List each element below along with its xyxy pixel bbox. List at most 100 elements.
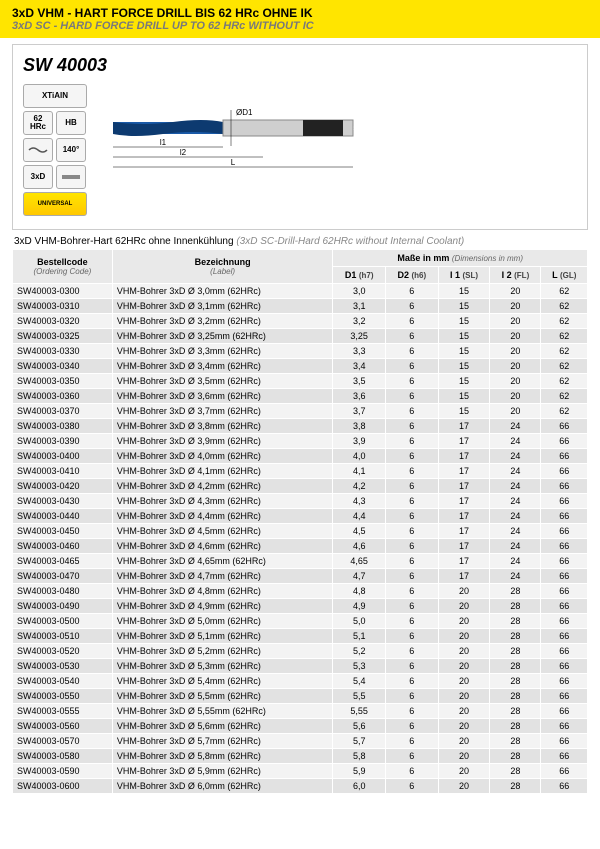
cell-i2: 24 <box>490 509 541 524</box>
cell-i2: 28 <box>490 614 541 629</box>
cell-code: SW40003-0580 <box>13 749 113 764</box>
cell-i1: 20 <box>438 674 490 689</box>
cell-L: 66 <box>541 584 588 599</box>
subtitle-de: 3xD VHM-Bohrer-Hart 62HRc ohne Innenkühl… <box>14 236 234 247</box>
cell-L: 66 <box>541 494 588 509</box>
cell-i2: 28 <box>490 584 541 599</box>
cell-label: VHM-Bohrer 3xD Ø 3,9mm (62HRc) <box>112 434 333 449</box>
table-row: SW40003-0510VHM-Bohrer 3xD Ø 5,1mm (62HR… <box>13 629 588 644</box>
th-code: Bestellcode(Ordering Code) <box>13 250 113 284</box>
cell-d1: 4,6 <box>333 539 386 554</box>
cell-i1: 17 <box>438 554 490 569</box>
cell-label: VHM-Bohrer 3xD Ø 5,5mm (62HRc) <box>112 689 333 704</box>
table-row: SW40003-0465VHM-Bohrer 3xD Ø 4,65mm (62H… <box>13 554 588 569</box>
cell-i1: 17 <box>438 509 490 524</box>
cell-d1: 3,8 <box>333 419 386 434</box>
cell-i1: 20 <box>438 584 490 599</box>
product-subtitle: 3xD VHM-Bohrer-Hart 62HRc ohne Innenkühl… <box>14 236 586 247</box>
title-bar: 3xD VHM - HART FORCE DRILL BIS 62 HRc OH… <box>0 0 600 38</box>
cell-i2: 20 <box>490 404 541 419</box>
cell-label: VHM-Bohrer 3xD Ø 4,7mm (62HRc) <box>112 569 333 584</box>
cell-d2: 6 <box>386 569 439 584</box>
cell-d2: 6 <box>386 749 439 764</box>
table-row: SW40003-0320VHM-Bohrer 3xD Ø 3,2mm (62HR… <box>13 314 588 329</box>
cell-d1: 5,2 <box>333 644 386 659</box>
page-title-en: 3xD SC - HARD FORCE DRILL UP TO 62 HRc W… <box>12 20 588 32</box>
cell-L: 66 <box>541 614 588 629</box>
cell-label: VHM-Bohrer 3xD Ø 5,7mm (62HRc) <box>112 734 333 749</box>
cell-d2: 6 <box>386 329 439 344</box>
cell-d2: 6 <box>386 719 439 734</box>
cell-i1: 17 <box>438 524 490 539</box>
cell-label: VHM-Bohrer 3xD Ø 4,0mm (62HRc) <box>112 449 333 464</box>
cell-d2: 6 <box>386 629 439 644</box>
cell-code: SW40003-0490 <box>13 599 113 614</box>
table-row: SW40003-0390VHM-Bohrer 3xD Ø 3,9mm (62HR… <box>13 434 588 449</box>
cell-label: VHM-Bohrer 3xD Ø 4,2mm (62HRc) <box>112 479 333 494</box>
cell-d1: 5,1 <box>333 629 386 644</box>
cell-code: SW40003-0480 <box>13 584 113 599</box>
cell-d1: 4,2 <box>333 479 386 494</box>
cell-d2: 6 <box>386 359 439 374</box>
table-row: SW40003-0600VHM-Bohrer 3xD Ø 6,0mm (62HR… <box>13 779 588 794</box>
cell-d1: 3,0 <box>333 284 386 299</box>
cell-d2: 6 <box>386 779 439 794</box>
cell-code: SW40003-0300 <box>13 284 113 299</box>
cell-i2: 28 <box>490 749 541 764</box>
cell-i1: 20 <box>438 704 490 719</box>
cell-L: 66 <box>541 569 588 584</box>
cell-d1: 5,9 <box>333 764 386 779</box>
cell-L: 62 <box>541 314 588 329</box>
cell-d1: 3,2 <box>333 314 386 329</box>
cell-d1: 4,0 <box>333 449 386 464</box>
cell-code: SW40003-0440 <box>13 509 113 524</box>
cell-label: VHM-Bohrer 3xD Ø 3,1mm (62HRc) <box>112 299 333 314</box>
cell-L: 62 <box>541 374 588 389</box>
cell-L: 62 <box>541 404 588 419</box>
cell-d2: 6 <box>386 644 439 659</box>
badge-angle: 140° <box>56 138 86 162</box>
cell-d2: 6 <box>386 554 439 569</box>
badge-coating: XTiAlN <box>23 84 87 108</box>
table-row: SW40003-0440VHM-Bohrer 3xD Ø 4,4mm (62HR… <box>13 509 588 524</box>
table-row: SW40003-0560VHM-Bohrer 3xD Ø 5,6mm (62HR… <box>13 719 588 734</box>
cell-label: VHM-Bohrer 3xD Ø 5,6mm (62HRc) <box>112 719 333 734</box>
cell-L: 66 <box>541 719 588 734</box>
cell-code: SW40003-0590 <box>13 764 113 779</box>
badge-flute-icon <box>23 138 53 162</box>
cell-label: VHM-Bohrer 3xD Ø 4,65mm (62HRc) <box>112 554 333 569</box>
cell-i1: 20 <box>438 764 490 779</box>
cell-d2: 6 <box>386 344 439 359</box>
cell-d1: 3,3 <box>333 344 386 359</box>
cell-i2: 28 <box>490 734 541 749</box>
cell-d1: 4,4 <box>333 509 386 524</box>
cell-i2: 28 <box>490 629 541 644</box>
cell-i1: 15 <box>438 314 490 329</box>
th-label: Bezeichnung(Label) <box>112 250 333 284</box>
cell-label: VHM-Bohrer 3xD Ø 3,6mm (62HRc) <box>112 389 333 404</box>
cell-i2: 24 <box>490 479 541 494</box>
cell-i1: 15 <box>438 284 490 299</box>
cell-d2: 6 <box>386 419 439 434</box>
cell-d1: 4,9 <box>333 599 386 614</box>
cell-d2: 6 <box>386 374 439 389</box>
cell-d1: 4,7 <box>333 569 386 584</box>
badge-hb: HB <box>56 111 86 135</box>
cell-d1: 3,7 <box>333 404 386 419</box>
cell-i2: 20 <box>490 389 541 404</box>
badge-universal: UNIVERSAL <box>23 192 87 216</box>
cell-i2: 20 <box>490 314 541 329</box>
spec-table-body: SW40003-0300VHM-Bohrer 3xD Ø 3,0mm (62HR… <box>13 284 588 794</box>
cell-code: SW40003-0310 <box>13 299 113 314</box>
cell-label: VHM-Bohrer 3xD Ø 6,0mm (62HRc) <box>112 779 333 794</box>
cell-code: SW40003-0460 <box>13 539 113 554</box>
table-row: SW40003-0300VHM-Bohrer 3xD Ø 3,0mm (62HR… <box>13 284 588 299</box>
cell-code: SW40003-0325 <box>13 329 113 344</box>
cell-i2: 20 <box>490 284 541 299</box>
cell-i2: 28 <box>490 644 541 659</box>
cell-i1: 20 <box>438 599 490 614</box>
cell-i1: 15 <box>438 299 490 314</box>
spec-table: Bestellcode(Ordering Code) Bezeichnung(L… <box>12 249 588 794</box>
table-row: SW40003-0480VHM-Bohrer 3xD Ø 4,8mm (62HR… <box>13 584 588 599</box>
cell-L: 66 <box>541 779 588 794</box>
